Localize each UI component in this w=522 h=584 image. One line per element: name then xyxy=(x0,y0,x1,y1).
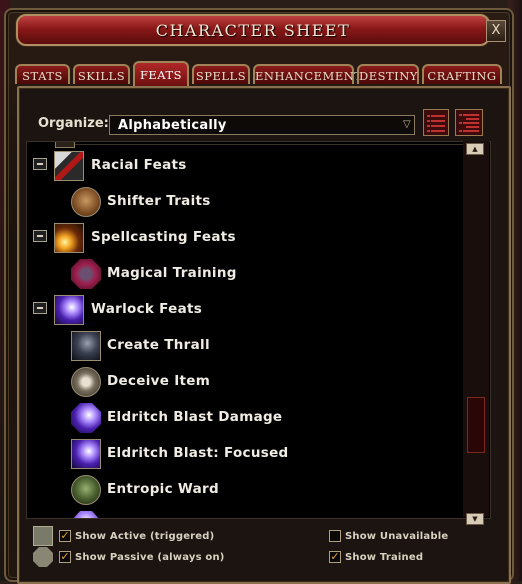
collapse-icon[interactable] xyxy=(33,302,47,314)
tab-stats[interactable]: STATS xyxy=(15,64,70,84)
active-legend-swatch xyxy=(33,526,53,546)
tab-enhancement[interactable]: ENHANCEMENT xyxy=(253,64,362,84)
title-bar[interactable]: CHARACTER SHEET xyxy=(16,14,490,46)
feat-label: Warlock Feats xyxy=(91,301,203,317)
organize-dropdown[interactable]: Alphabetically ▽ xyxy=(109,115,415,135)
character-sheet-window: CHARACTER SHEET X STATS SKILLS FEATS SPE… xyxy=(4,8,514,584)
tab-skills[interactable]: SKILLS xyxy=(73,64,130,84)
close-button[interactable]: X xyxy=(486,20,506,42)
feat-label: Eldritch Blast: Focused xyxy=(107,445,289,461)
feat-row[interactable]: Eldritch Blast Damage xyxy=(27,400,462,436)
eldritch-blast-focused-icon xyxy=(71,439,101,469)
show-active-label: Show Active (triggered) xyxy=(75,531,215,542)
list-view-button[interactable] xyxy=(423,109,449,136)
feat-label: Magical Training xyxy=(107,265,237,281)
partial-icon xyxy=(55,142,75,148)
feat-label: Entropic Ward xyxy=(107,481,219,497)
show-passive-label: Show Passive (always on) xyxy=(75,552,225,563)
feat-label: Spellcasting Feats xyxy=(91,229,236,245)
feat-label: Deceive Item xyxy=(107,373,211,389)
eldritch-blast-damage-icon xyxy=(71,403,101,433)
feat-list-scrollbar[interactable]: ▲ ▼ xyxy=(463,141,489,525)
warlock-feats-icon xyxy=(54,295,84,325)
entropic-ward-icon xyxy=(71,475,101,505)
scroll-thumb[interactable] xyxy=(467,397,485,453)
feat-row[interactable]: Warlock Feats xyxy=(27,292,462,328)
show-unavailable-label: Show Unavailable xyxy=(345,531,449,542)
feat-row[interactable]: Shifter Traits xyxy=(27,184,462,220)
show-trained-checkbox[interactable]: ✓ xyxy=(329,551,341,563)
show-active-checkbox[interactable]: ✓ xyxy=(59,530,71,542)
organize-value: Alphabetically xyxy=(118,118,227,133)
deceive-item-icon xyxy=(71,367,101,397)
tab-spells[interactable]: SPELLS xyxy=(192,64,250,84)
divider xyxy=(75,144,465,145)
shifter-traits-icon xyxy=(71,187,101,217)
scroll-up-icon[interactable]: ▲ xyxy=(466,143,484,155)
show-passive-checkbox[interactable]: ✓ xyxy=(59,551,71,563)
spellcasting-feats-icon xyxy=(54,223,84,253)
feat-label: Shifter Traits xyxy=(107,193,211,209)
feat-label: Create Thrall xyxy=(107,337,210,353)
create-thrall-icon xyxy=(71,331,101,361)
show-trained-label: Show Trained xyxy=(345,552,424,563)
show-unavailable-checkbox[interactable] xyxy=(329,530,341,542)
feat-row[interactable]: Racial Feats xyxy=(27,148,462,184)
window-title: CHARACTER SHEET xyxy=(155,21,351,40)
feat-label: Eldritch Blast Damage xyxy=(107,409,283,425)
tab-destiny[interactable]: DESTINY xyxy=(357,64,419,84)
tab-feats[interactable]: FEATS xyxy=(133,61,189,87)
collapse-icon[interactable] xyxy=(33,158,47,170)
magical-training-icon xyxy=(71,259,101,289)
tab-bar: STATS SKILLS FEATS SPELLS ENHANCEMENT DE… xyxy=(12,61,508,87)
racial-feats-icon xyxy=(54,151,84,181)
tab-crafting[interactable]: CRAFTING xyxy=(422,64,502,84)
feat-label: Racial Feats xyxy=(91,157,187,173)
scroll-down-icon[interactable]: ▼ xyxy=(466,513,484,525)
partial-icon xyxy=(71,511,101,518)
feat-row[interactable]: Magical Training xyxy=(27,256,462,292)
organize-label: Organize: xyxy=(38,116,109,131)
feat-row[interactable]: Eldritch Blast: Focused xyxy=(27,436,462,472)
feat-row[interactable]: Entropic Ward xyxy=(27,472,462,508)
feat-row[interactable]: Spellcasting Feats xyxy=(27,220,462,256)
feat-list[interactable]: Racial Feats Shifter Traits Spellcasting… xyxy=(26,141,491,519)
chevron-down-icon: ▽ xyxy=(403,119,411,130)
feat-row[interactable]: Create Thrall xyxy=(27,328,462,364)
collapse-icon[interactable] xyxy=(33,230,47,242)
feat-row[interactable]: Deceive Item xyxy=(27,364,462,400)
passive-legend-swatch xyxy=(33,547,53,567)
detail-view-button[interactable] xyxy=(455,109,483,136)
feats-panel: Organize: Alphabetically ▽ Racial Feats … xyxy=(17,86,511,584)
